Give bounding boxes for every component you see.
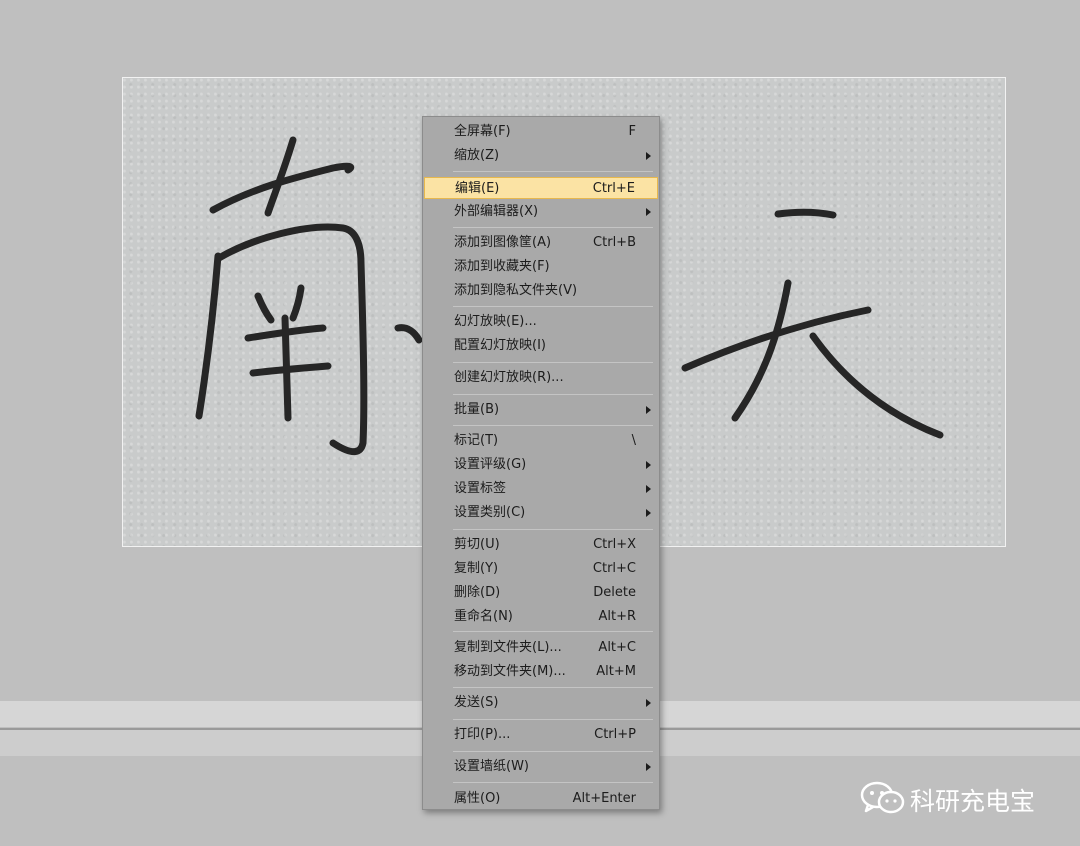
menu-item-label: 设置墙纸(W) (454, 759, 529, 774)
menu-item-label: 设置类别(C) (454, 505, 526, 520)
submenu-arrow-icon (646, 461, 651, 469)
menu-item-shortcut: Alt+Enter (572, 791, 636, 806)
menu-separator (453, 719, 653, 720)
menu-item-batch[interactable]: 批量(B) (424, 399, 658, 421)
watermark: 科研充电宝 (860, 778, 1060, 818)
menu-item-shortcut: Delete (593, 585, 636, 600)
menu-item-label: 删除(D) (454, 585, 501, 600)
menu-item-label: 批量(B) (454, 402, 500, 417)
menu-separator (453, 631, 653, 632)
menu-item-cut[interactable]: 剪切(U) Ctrl+X (424, 534, 658, 556)
menu-item-shortcut: Alt+R (598, 609, 636, 624)
menu-item-label: 编辑(E) (455, 181, 500, 196)
menu-item-fullscreen[interactable]: 全屏幕(F) F (424, 121, 658, 143)
menu-item-copy-to-folder[interactable]: 复制到文件夹(L)... Alt+C (424, 637, 658, 659)
menu-item-add-to-favorites[interactable]: 添加到收藏夹(F) (424, 256, 658, 278)
menu-item-label: 复制到文件夹(L)... (454, 640, 562, 655)
menu-item-label: 剪切(U) (454, 537, 500, 552)
menu-item-delete[interactable]: 删除(D) Delete (424, 582, 658, 604)
menu-item-external-editor[interactable]: 外部编辑器(X) (424, 201, 658, 223)
menu-item-print[interactable]: 打印(P)... Ctrl+P (424, 724, 658, 746)
menu-item-set-wallpaper[interactable]: 设置墙纸(W) (424, 756, 658, 778)
menu-separator (453, 171, 653, 172)
menu-item-slideshow[interactable]: 幻灯放映(E)... (424, 311, 658, 333)
menu-item-move-to-folder[interactable]: 移动到文件夹(M)... Alt+M (424, 661, 658, 683)
menu-item-label: 移动到文件夹(M)... (454, 664, 566, 679)
menu-separator (453, 751, 653, 752)
menu-item-label: 重命名(N) (454, 609, 513, 624)
menu-item-edit[interactable]: 编辑(E) Ctrl+E (424, 177, 658, 199)
submenu-arrow-icon (646, 152, 651, 160)
menu-separator (453, 687, 653, 688)
menu-item-shortcut: Alt+M (596, 664, 636, 679)
menu-item-copy[interactable]: 复制(Y) Ctrl+C (424, 558, 658, 580)
menu-item-label: 添加到图像筐(A) (454, 235, 552, 250)
menu-item-shortcut: Ctrl+B (593, 235, 636, 250)
menu-item-label: 创建幻灯放映(R)... (454, 370, 564, 385)
menu-item-label: 属性(O) (454, 791, 501, 806)
menu-item-label: 设置标签 (454, 481, 507, 496)
menu-item-create-slideshow[interactable]: 创建幻灯放映(R)... (424, 367, 658, 389)
menu-item-shortcut: F (628, 124, 636, 139)
menu-separator (453, 782, 653, 783)
menu-item-label: 标记(T) (454, 433, 499, 448)
menu-item-properties[interactable]: 属性(O) Alt+Enter (424, 788, 658, 810)
menu-item-set-category[interactable]: 设置类别(C) (424, 502, 658, 524)
submenu-arrow-icon (646, 208, 651, 216)
menu-item-set-labels[interactable]: 设置标签 (424, 478, 658, 500)
menu-separator (453, 529, 653, 530)
menu-item-shortcut: Ctrl+C (592, 561, 636, 576)
menu-item-shortcut: Ctrl+X (593, 537, 636, 552)
menu-item-zoom[interactable]: 缩放(Z) (424, 145, 658, 167)
menu-item-label: 添加到隐私文件夹(V) (454, 283, 578, 298)
menu-item-set-rating[interactable]: 设置评级(G) (424, 454, 658, 476)
menu-separator (453, 362, 653, 363)
menu-item-add-to-basket[interactable]: 添加到图像筐(A) Ctrl+B (424, 232, 658, 254)
menu-item-shortcut: Alt+C (598, 640, 636, 655)
menu-separator (453, 306, 653, 307)
menu-item-label: 配置幻灯放映(I) (454, 338, 546, 353)
submenu-arrow-icon (646, 763, 651, 771)
menu-item-label: 外部编辑器(X) (454, 204, 539, 219)
wechat-icon (860, 781, 905, 814)
menu-separator (453, 394, 653, 395)
menu-separator (453, 227, 653, 228)
menu-item-shortcut: \ (631, 433, 636, 448)
menu-item-label: 复制(Y) (454, 561, 499, 576)
submenu-arrow-icon (646, 699, 651, 707)
menu-item-shortcut: Ctrl+E (592, 181, 635, 196)
menu-item-label: 缩放(Z) (454, 148, 500, 163)
menu-item-label: 打印(P)... (454, 727, 511, 742)
menu-item-add-to-private-folder[interactable]: 添加到隐私文件夹(V) (424, 280, 658, 302)
context-menu: 全屏幕(F) F 缩放(Z) 编辑(E) Ctrl+E 外部编辑器(X) 添加到图像筐(A)… (422, 116, 660, 810)
menu-separator (453, 425, 653, 426)
submenu-arrow-icon (646, 485, 651, 493)
menu-item-label: 全屏幕(F) (454, 124, 511, 139)
menu-item-send[interactable]: 发送(S) (424, 692, 658, 714)
menu-item-rename[interactable]: 重命名(N) Alt+R (424, 606, 658, 628)
menu-item-tag[interactable]: 标记(T) \ (424, 430, 658, 452)
menu-item-label: 发送(S) (454, 695, 499, 710)
menu-item-label: 设置评级(G) (454, 457, 527, 472)
submenu-arrow-icon (646, 406, 651, 414)
menu-item-label: 添加到收藏夹(F) (454, 259, 550, 274)
menu-item-shortcut: Ctrl+P (594, 727, 636, 742)
submenu-arrow-icon (646, 509, 651, 517)
menu-item-configure-slideshow[interactable]: 配置幻灯放映(I) (424, 335, 658, 357)
watermark-text: 科研充电宝 (910, 787, 1036, 816)
menu-item-label: 幻灯放映(E)... (454, 314, 537, 329)
